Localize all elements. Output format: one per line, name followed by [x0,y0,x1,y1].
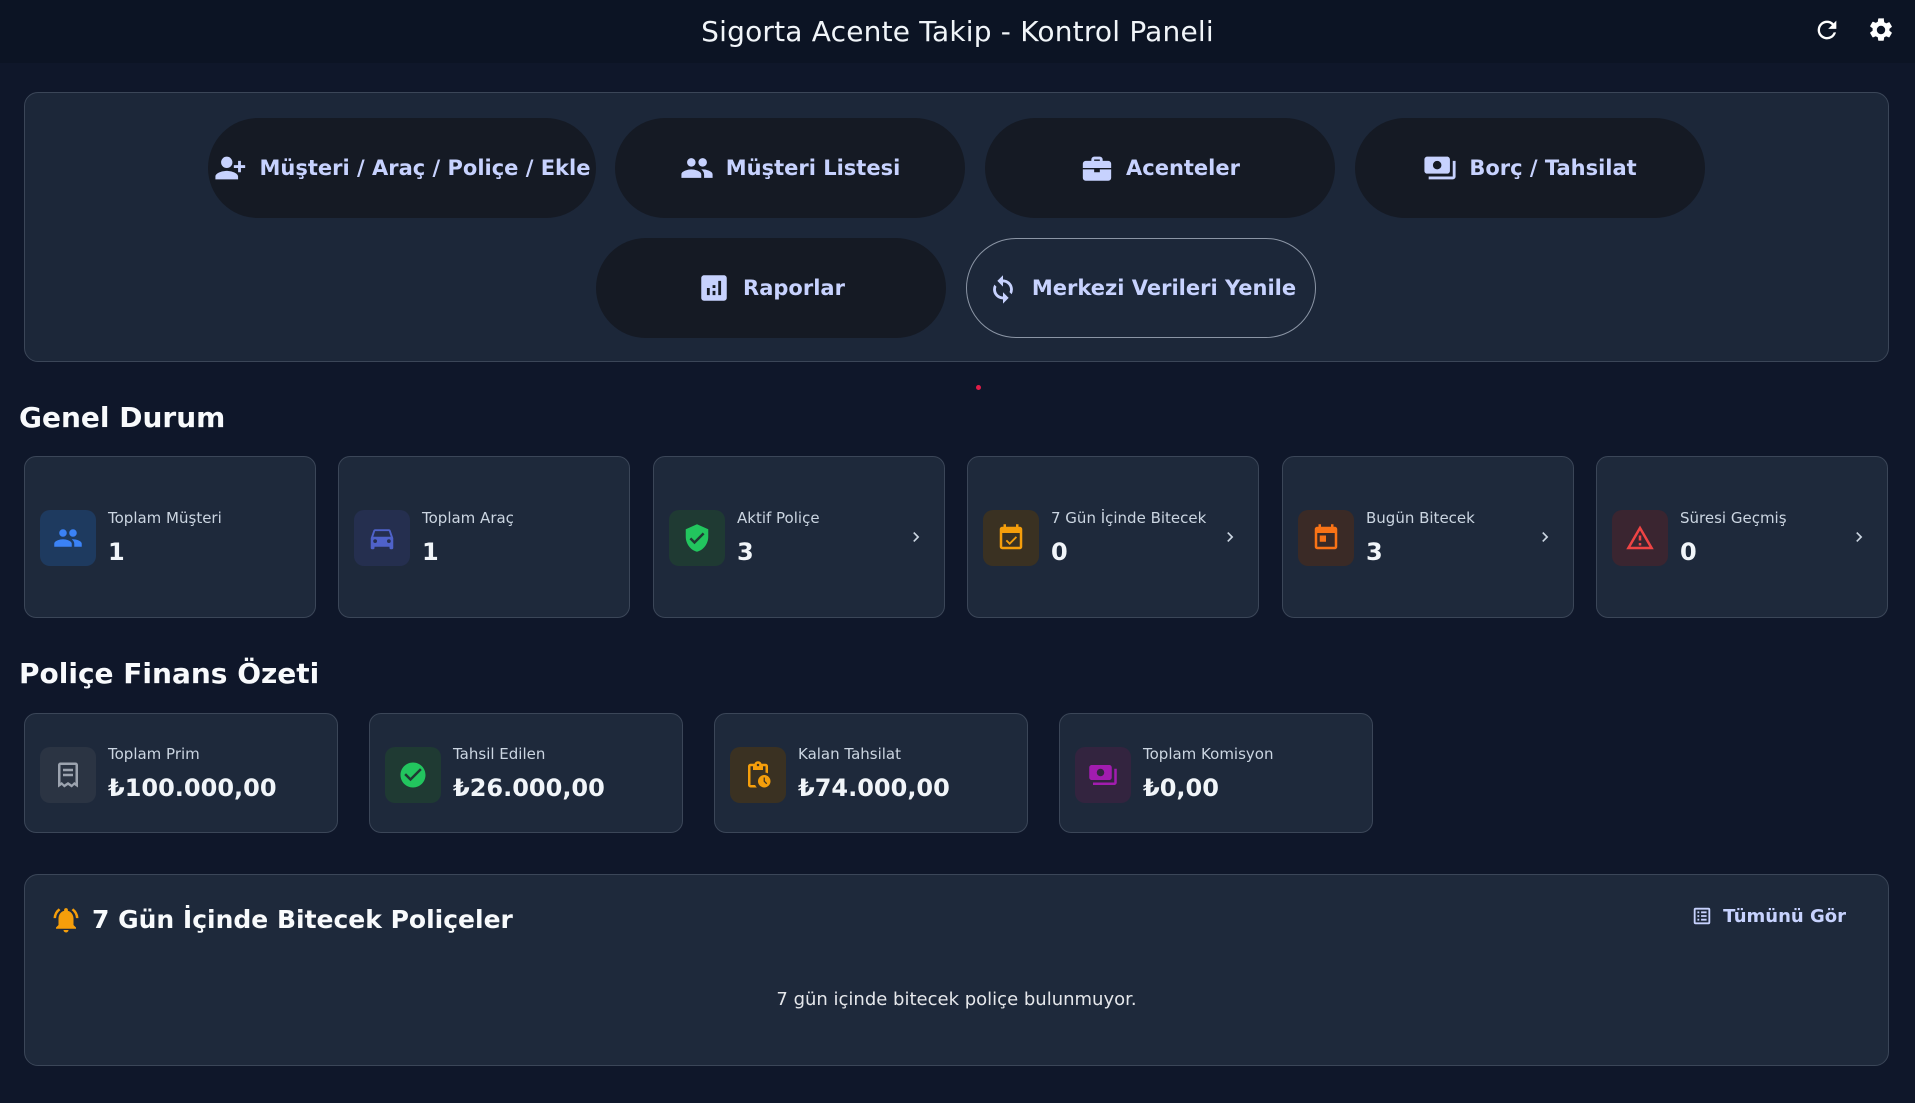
users-icon [40,510,96,566]
expiring-policies-title: 7 Gün İçinde Bitecek Poliçeler [92,905,513,934]
chevron-right-icon[interactable] [906,527,926,547]
stat-value: 1 [422,538,439,566]
reports-button[interactable]: Raporlar [596,238,946,338]
stat-card-expired[interactable]: Süresi Geçmiş 0 [1596,456,1888,618]
calendar-check-icon [983,510,1039,566]
expiring-policies-panel: 7 Gün İçinde Bitecek Poliçeler Tümünü Gö… [24,874,1889,1066]
refresh-icon[interactable] [1811,14,1843,46]
reports-label: Raporlar [743,276,845,300]
refresh-central-data-label: Merkezi Verileri Yenile [1031,276,1297,300]
fin-card-remaining: Kalan Tahsilat ₺74.000,00 [714,713,1028,833]
gear-icon[interactable] [1865,14,1897,46]
stat-card-expiring-7-days[interactable]: 7 Gün İçinde Bitecek 0 [967,456,1259,618]
empty-state-text: 7 gün içinde bitecek poliçe bulunmuyor. [776,989,1137,1010]
finance-summary-title: Poliçe Finans Özeti [19,657,320,690]
users-icon [681,158,713,178]
money-icon [1424,156,1456,180]
report-icon [701,275,727,301]
stat-card-expiring-today[interactable]: Bugün Bitecek 3 [1282,456,1574,618]
customer-list-button[interactable]: Müşteri Listesi [615,118,965,218]
chevron-right-icon[interactable] [1535,527,1555,547]
fin-label: Tahsil Edilen [453,745,546,763]
stat-label: Toplam Araç [422,509,514,527]
calendar-today-icon [1298,510,1354,566]
warning-icon [1612,510,1668,566]
debt-collection-button[interactable]: Borç / Tahsilat [1355,118,1705,218]
chevron-right-icon[interactable] [1220,527,1240,547]
fin-label: Toplam Prim [108,745,200,763]
fin-label: Kalan Tahsilat [798,745,902,763]
stat-label: Aktif Poliçe [737,509,820,527]
shield-check-icon [669,510,725,566]
see-all-label: Tümünü Gör [1723,905,1846,927]
fin-card-total-premium: Toplam Prim ₺100.000,00 [24,713,338,833]
stat-value: 3 [1366,538,1383,566]
fin-card-collected: Tahsil Edilen ₺26.000,00 [369,713,683,833]
receipt-icon [40,747,96,803]
debt-collection-label: Borç / Tahsilat [1469,156,1637,180]
agencies-label: Acenteler [1126,156,1240,180]
agencies-button[interactable]: Acenteler [985,118,1335,218]
stat-value: 3 [737,538,754,566]
stat-label: Süresi Geçmiş [1680,509,1787,527]
fin-value: ₺100.000,00 [108,774,277,802]
briefcase-icon [1082,156,1112,181]
stat-value: 0 [1051,538,1068,566]
stat-label: Bugün Bitecek [1366,509,1475,527]
stat-card-total-vehicles: Toplam Araç 1 [338,456,630,618]
stat-card-total-customers: Toplam Müşteri 1 [24,456,316,618]
general-status-title: Genel Durum [19,401,226,434]
fin-label: Toplam Komisyon [1143,745,1274,763]
page-title: Sigorta Acente Takip - Kontrol Paneli [701,15,1214,48]
nav-panel: Müşteri / Araç / Poliçe / Ekle Müşteri L… [24,92,1889,362]
fin-card-total-commission: Toplam Komisyon ₺0,00 [1059,713,1373,833]
sync-icon [992,275,1013,304]
check-circle-icon [385,747,441,803]
fin-value: ₺0,00 [1143,774,1219,802]
stat-value: 1 [108,538,125,566]
clipboard-clock-icon [730,747,786,803]
stat-value: 0 [1680,538,1697,566]
stat-card-active-policies[interactable]: Aktif Poliçe 3 [653,456,945,618]
list-icon [1693,907,1711,925]
stat-label: Toplam Müşteri [108,509,222,527]
car-icon [354,510,410,566]
bell-icon [51,905,81,935]
see-all-button[interactable]: Tümünü Gör [1691,905,1846,927]
topbar-actions [1811,14,1897,46]
add-customer-label: Müşteri / Araç / Poliçe / Ekle [259,156,591,180]
customer-list-label: Müşteri Listesi [725,156,901,180]
add-customer-button[interactable]: Müşteri / Araç / Poliçe / Ekle [208,118,596,218]
stat-label: 7 Gün İçinde Bitecek [1051,509,1207,527]
status-dot [976,385,981,390]
fin-value: ₺74.000,00 [798,774,950,802]
top-bar: Sigorta Acente Takip - Kontrol Paneli [0,0,1915,63]
chevron-right-icon[interactable] [1849,527,1869,547]
refresh-central-data-button[interactable]: Merkezi Verileri Yenile [966,238,1316,338]
fin-value: ₺26.000,00 [453,774,605,802]
money-icon [1075,747,1131,803]
user-plus-icon [214,156,245,180]
